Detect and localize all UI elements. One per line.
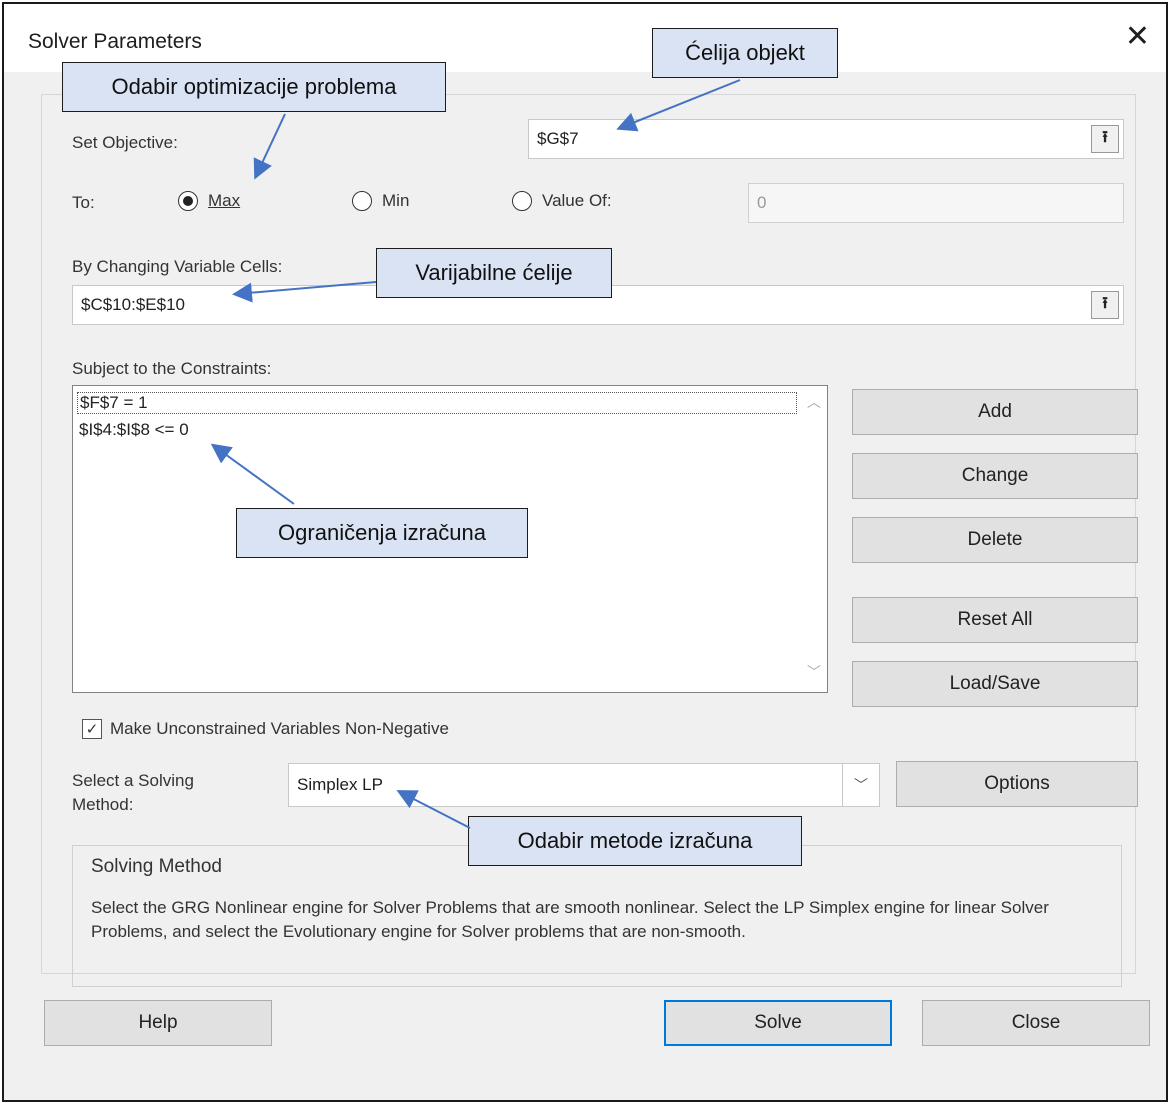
constraints-label: Subject to the Constraints: [72, 359, 272, 378]
checkmark-icon: ✓ [82, 719, 102, 739]
scroll-up-icon[interactable]: ︿ [807, 392, 821, 412]
objective-value: $G$7 [537, 129, 579, 148]
radio-value-of[interactable]: Value Of: [512, 191, 612, 211]
changing-cells-label: By Changing Variable Cells: [72, 257, 283, 276]
radio-max-label: Max [208, 191, 241, 210]
options-button[interactable]: Options [896, 761, 1138, 807]
cell-picker-icon[interactable]: ⭱ [1091, 291, 1119, 319]
radio-min-indicator [352, 191, 372, 211]
radio-min[interactable]: Min [352, 191, 409, 211]
method-select[interactable]: Simplex LP ﹀ [288, 763, 880, 807]
constraint-item[interactable]: $F$7 = 1 [77, 392, 797, 414]
callout-constraints: Ograničenja izračuna [236, 508, 528, 558]
radio-min-label: Min [382, 191, 410, 210]
radio-value-of-indicator [512, 191, 532, 211]
value-of-value: 0 [757, 193, 767, 212]
value-of-input[interactable]: 0 [748, 183, 1124, 223]
to-label: To: [72, 193, 95, 212]
solving-method-description: Select the GRG Nonlinear engine for Solv… [91, 898, 1049, 941]
radio-value-of-label: Value Of: [542, 191, 612, 210]
change-button[interactable]: Change [852, 453, 1138, 499]
reset-all-button[interactable]: Reset All [852, 597, 1138, 643]
radio-max[interactable]: Max [178, 191, 240, 211]
nonnegative-label: Make Unconstrained Variables Non-Negativ… [110, 719, 449, 738]
solving-method-title: Solving Method [91, 856, 222, 877]
method-value: Simplex LP [297, 775, 383, 794]
callout-variable-cells: Varijabilne ćelije [376, 248, 612, 298]
callout-method: Odabir metode izračuna [468, 816, 802, 866]
cell-picker-icon[interactable]: ⭱ [1091, 125, 1119, 153]
solve-button[interactable]: Solve [664, 1000, 892, 1046]
objective-input[interactable]: $G$7 ⭱ [528, 119, 1124, 159]
load-save-button[interactable]: Load/Save [852, 661, 1138, 707]
delete-button[interactable]: Delete [852, 517, 1138, 563]
callout-optimization: Odabir optimizacije problema [62, 62, 446, 112]
callout-objective-cell: Ćelija objekt [652, 28, 838, 78]
method-label-2: Method: [72, 795, 134, 814]
constraint-item[interactable]: $I$4:$I$8 <= 0 [77, 420, 189, 440]
add-button[interactable]: Add [852, 389, 1138, 435]
changing-cells-value: $C$10:$E$10 [81, 295, 185, 314]
method-label: Select a Solving [72, 771, 194, 790]
set-objective-label: Set Objective: [72, 133, 178, 152]
dialog-title: Solver Parameters [28, 30, 202, 53]
close-button[interactable]: Close [922, 1000, 1150, 1046]
radio-max-indicator [178, 191, 198, 211]
close-icon[interactable]: ✕ [1125, 22, 1150, 52]
scroll-down-icon[interactable]: ﹀ [807, 662, 821, 682]
help-button[interactable]: Help [44, 1000, 272, 1046]
solver-dialog: Solver Parameters ✕ Set Objective: $G$7 … [2, 2, 1168, 1102]
solving-method-group: Solving Method Select the GRG Nonlinear … [72, 845, 1122, 987]
chevron-down-icon[interactable]: ﹀ [842, 764, 879, 806]
nonnegative-checkbox[interactable]: ✓ Make Unconstrained Variables Non-Negat… [82, 719, 449, 739]
